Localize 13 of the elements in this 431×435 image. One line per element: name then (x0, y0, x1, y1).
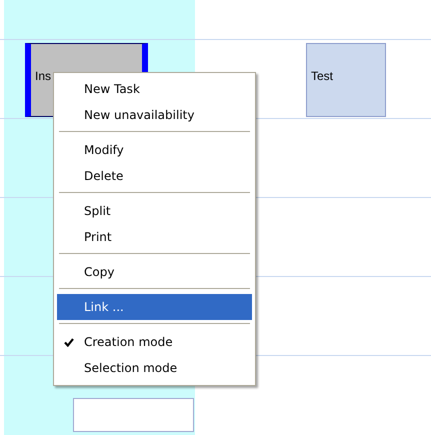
task-bar[interactable] (73, 398, 194, 432)
menu-item[interactable]: Split (57, 198, 252, 224)
menu-item[interactable]: Creation mode (57, 329, 252, 355)
menu-item[interactable]: Link ... (57, 294, 252, 320)
menu-item[interactable]: Delete (57, 163, 252, 189)
menu-item[interactable]: Print (57, 224, 252, 250)
menu-item[interactable]: Modify (57, 137, 252, 163)
task-bar[interactable]: Test (306, 43, 386, 117)
menu-item[interactable]: New unavailability (57, 102, 252, 128)
menu-item[interactable]: New Task (57, 76, 252, 102)
menu-item[interactable]: Copy (57, 259, 252, 285)
checkmark-icon (64, 338, 74, 347)
menu-item[interactable]: Selection mode (57, 355, 252, 381)
